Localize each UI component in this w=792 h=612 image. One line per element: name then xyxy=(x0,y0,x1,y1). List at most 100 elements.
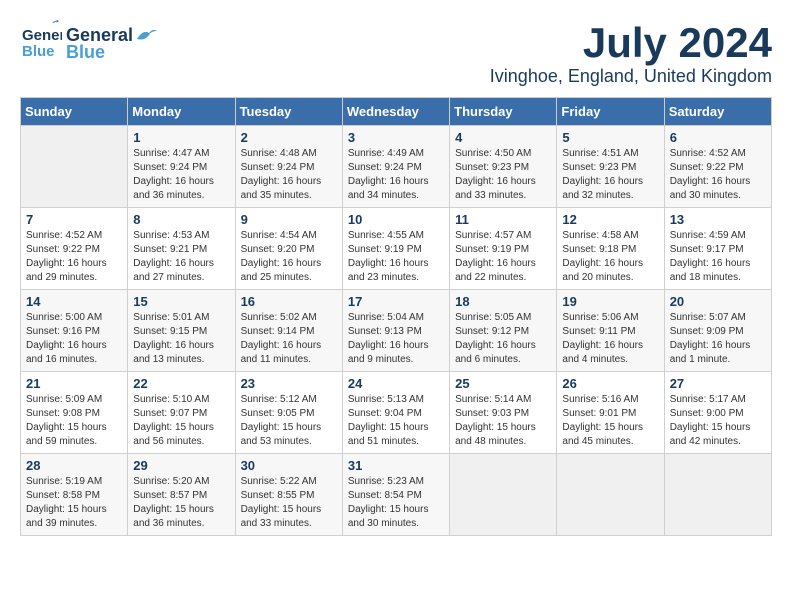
weekday-header-tuesday: Tuesday xyxy=(235,98,342,126)
day-info: Sunrise: 5:13 AM Sunset: 9:04 PM Dayligh… xyxy=(348,393,444,449)
calendar-cell xyxy=(21,126,128,208)
weekday-header-row: SundayMondayTuesdayWednesdayThursdayFrid… xyxy=(21,98,772,126)
calendar-cell: 2 Sunrise: 4:48 AM Sunset: 9:24 PM Daylig… xyxy=(235,126,342,208)
day-info: Sunrise: 5:05 AM Sunset: 9:12 PM Dayligh… xyxy=(455,311,551,367)
calendar-cell: 19Sunrise: 5:06 AM Sunset: 9:11 PM Dayli… xyxy=(557,290,664,372)
calendar-week-row: 14 Sunrise: 5:00 AM Sunset: 9:16 PM Dayli… xyxy=(21,290,772,372)
day-number: 27 xyxy=(670,376,766,391)
day-number: 6 xyxy=(670,130,766,145)
day-number: 24 xyxy=(348,376,444,391)
day-number: 7 xyxy=(26,212,122,227)
day-number: 31 xyxy=(348,458,444,473)
calendar-cell: 9 Sunrise: 4:54 AM Sunset: 9:20 PM Daylig… xyxy=(235,208,342,290)
day-info: Sunrise: 4:52 AM Sunset: 9:22 PM Dayligh… xyxy=(26,229,122,285)
calendar-cell: 11 Sunrise: 4:57 AM Sunset: 9:19 PM Dayli… xyxy=(450,208,557,290)
day-info: Sunrise: 4:55 AM Sunset: 9:19 PM Dayligh… xyxy=(348,229,444,285)
weekday-header-wednesday: Wednesday xyxy=(342,98,449,126)
day-number: 1 xyxy=(133,130,229,145)
day-info: Sunrise: 4:52 AM Sunset: 9:22 PM Dayligh… xyxy=(670,147,766,203)
day-info: Sunrise: 5:04 AM Sunset: 9:13 PM Dayligh… xyxy=(348,311,444,367)
calendar-cell: 18Sunrise: 5:05 AM Sunset: 9:12 PM Dayli… xyxy=(450,290,557,372)
day-info: Sunrise: 5:19 AM Sunset: 8:58 PM Dayligh… xyxy=(26,475,122,531)
day-number: 2 xyxy=(241,130,337,145)
day-info: Sunrise: 4:57 AM Sunset: 9:19 PM Dayligh… xyxy=(455,229,551,285)
calendar-cell: 4 Sunrise: 4:50 AM Sunset: 9:23 PM Daylig… xyxy=(450,126,557,208)
day-info: Sunrise: 4:54 AM Sunset: 9:20 PM Dayligh… xyxy=(241,229,337,285)
day-number: 9 xyxy=(241,212,337,227)
day-info: Sunrise: 4:53 AM Sunset: 9:21 PM Dayligh… xyxy=(133,229,229,285)
day-number: 15 xyxy=(133,294,229,309)
day-number: 16 xyxy=(241,294,337,309)
day-number: 20 xyxy=(670,294,766,309)
calendar-cell: 23 Sunrise: 5:12 AM Sunset: 9:05 PM Dayli… xyxy=(235,372,342,454)
day-info: Sunrise: 5:09 AM Sunset: 9:08 PM Dayligh… xyxy=(26,393,122,449)
logo-bird-icon xyxy=(135,27,157,43)
calendar-cell: 17 Sunrise: 5:04 AM Sunset: 9:13 PM Dayli… xyxy=(342,290,449,372)
page-header: General Blue General Blue July 2024 Ivin… xyxy=(20,20,772,87)
calendar-week-row: 1 Sunrise: 4:47 AM Sunset: 9:24 PM Daylig… xyxy=(21,126,772,208)
month-year-title: July 2024 xyxy=(490,20,772,66)
calendar-cell xyxy=(664,454,771,536)
calendar-cell: 22Sunrise: 5:10 AM Sunset: 9:07 PM Dayli… xyxy=(128,372,235,454)
calendar-week-row: 28 Sunrise: 5:19 AM Sunset: 8:58 PM Dayli… xyxy=(21,454,772,536)
calendar-cell: 3 Sunrise: 4:49 AM Sunset: 9:24 PM Daylig… xyxy=(342,126,449,208)
day-info: Sunrise: 5:02 AM Sunset: 9:14 PM Dayligh… xyxy=(241,311,337,367)
calendar-week-row: 7 Sunrise: 4:52 AM Sunset: 9:22 PM Daylig… xyxy=(21,208,772,290)
day-info: Sunrise: 5:00 AM Sunset: 9:16 PM Dayligh… xyxy=(26,311,122,367)
calendar-cell: 14 Sunrise: 5:00 AM Sunset: 9:16 PM Dayli… xyxy=(21,290,128,372)
day-info: Sunrise: 4:59 AM Sunset: 9:17 PM Dayligh… xyxy=(670,229,766,285)
day-info: Sunrise: 4:58 AM Sunset: 9:18 PM Dayligh… xyxy=(562,229,658,285)
day-number: 3 xyxy=(348,130,444,145)
weekday-header-friday: Friday xyxy=(557,98,664,126)
day-info: Sunrise: 5:14 AM Sunset: 9:03 PM Dayligh… xyxy=(455,393,551,449)
day-info: Sunrise: 5:17 AM Sunset: 9:00 PM Dayligh… xyxy=(670,393,766,449)
weekday-header-sunday: Sunday xyxy=(21,98,128,126)
day-info: Sunrise: 4:47 AM Sunset: 9:24 PM Dayligh… xyxy=(133,147,229,203)
day-info: Sunrise: 5:22 AM Sunset: 8:55 PM Dayligh… xyxy=(241,475,337,531)
weekday-header-saturday: Saturday xyxy=(664,98,771,126)
day-number: 25 xyxy=(455,376,551,391)
day-number: 5 xyxy=(562,130,658,145)
day-number: 29 xyxy=(133,458,229,473)
day-number: 8 xyxy=(133,212,229,227)
calendar-cell: 24 Sunrise: 5:13 AM Sunset: 9:04 PM Dayli… xyxy=(342,372,449,454)
calendar-cell: 30 Sunrise: 5:22 AM Sunset: 8:55 PM Dayli… xyxy=(235,454,342,536)
day-number: 12 xyxy=(562,212,658,227)
day-info: Sunrise: 5:23 AM Sunset: 8:54 PM Dayligh… xyxy=(348,475,444,531)
day-info: Sunrise: 5:10 AM Sunset: 9:07 PM Dayligh… xyxy=(133,393,229,449)
logo: General Blue General Blue xyxy=(20,20,157,67)
calendar-week-row: 21 Sunrise: 5:09 AM Sunset: 9:08 PM Dayli… xyxy=(21,372,772,454)
day-number: 30 xyxy=(241,458,337,473)
calendar-cell: 25 Sunrise: 5:14 AM Sunset: 9:03 PM Dayli… xyxy=(450,372,557,454)
weekday-header-thursday: Thursday xyxy=(450,98,557,126)
calendar-cell xyxy=(557,454,664,536)
day-info: Sunrise: 4:49 AM Sunset: 9:24 PM Dayligh… xyxy=(348,147,444,203)
day-info: Sunrise: 5:20 AM Sunset: 8:57 PM Dayligh… xyxy=(133,475,229,531)
calendar-cell: 31 Sunrise: 5:23 AM Sunset: 8:54 PM Dayli… xyxy=(342,454,449,536)
svg-text:Blue: Blue xyxy=(22,43,55,60)
calendar-cell: 26Sunrise: 5:16 AM Sunset: 9:01 PM Dayli… xyxy=(557,372,664,454)
day-number: 13 xyxy=(670,212,766,227)
weekday-header-monday: Monday xyxy=(128,98,235,126)
day-number: 21 xyxy=(26,376,122,391)
day-number: 14 xyxy=(26,294,122,309)
calendar-cell: 28 Sunrise: 5:19 AM Sunset: 8:58 PM Dayli… xyxy=(21,454,128,536)
day-number: 11 xyxy=(455,212,551,227)
calendar-table: SundayMondayTuesdayWednesdayThursdayFrid… xyxy=(20,97,772,536)
calendar-cell: 12 Sunrise: 4:58 AM Sunset: 9:18 PM Dayli… xyxy=(557,208,664,290)
calendar-cell: 5Sunrise: 4:51 AM Sunset: 9:23 PM Daylig… xyxy=(557,126,664,208)
day-number: 4 xyxy=(455,130,551,145)
day-number: 26 xyxy=(562,376,658,391)
calendar-cell: 13 Sunrise: 4:59 AM Sunset: 9:17 PM Dayli… xyxy=(664,208,771,290)
title-block: July 2024 Ivinghoe, England, United King… xyxy=(490,20,772,87)
calendar-cell: 7 Sunrise: 4:52 AM Sunset: 9:22 PM Daylig… xyxy=(21,208,128,290)
day-number: 23 xyxy=(241,376,337,391)
day-info: Sunrise: 4:48 AM Sunset: 9:24 PM Dayligh… xyxy=(241,147,337,203)
svg-text:General: General xyxy=(22,27,62,44)
day-info: Sunrise: 4:50 AM Sunset: 9:23 PM Dayligh… xyxy=(455,147,551,203)
calendar-cell: 10Sunrise: 4:55 AM Sunset: 9:19 PM Dayli… xyxy=(342,208,449,290)
day-number: 28 xyxy=(26,458,122,473)
calendar-cell: 20Sunrise: 5:07 AM Sunset: 9:09 PM Dayli… xyxy=(664,290,771,372)
day-number: 17 xyxy=(348,294,444,309)
day-info: Sunrise: 5:12 AM Sunset: 9:05 PM Dayligh… xyxy=(241,393,337,449)
